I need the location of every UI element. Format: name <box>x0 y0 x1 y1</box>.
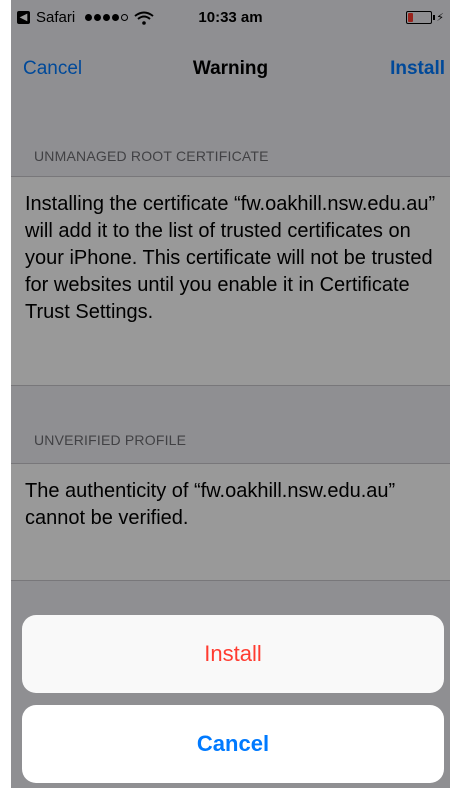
sheet-install-button[interactable]: Install <box>22 615 444 693</box>
sheet-cancel-button[interactable]: Cancel <box>22 705 444 783</box>
screen: ◀ Safari 10:33 am ⚡ Cancel Warning Insta… <box>11 0 450 788</box>
